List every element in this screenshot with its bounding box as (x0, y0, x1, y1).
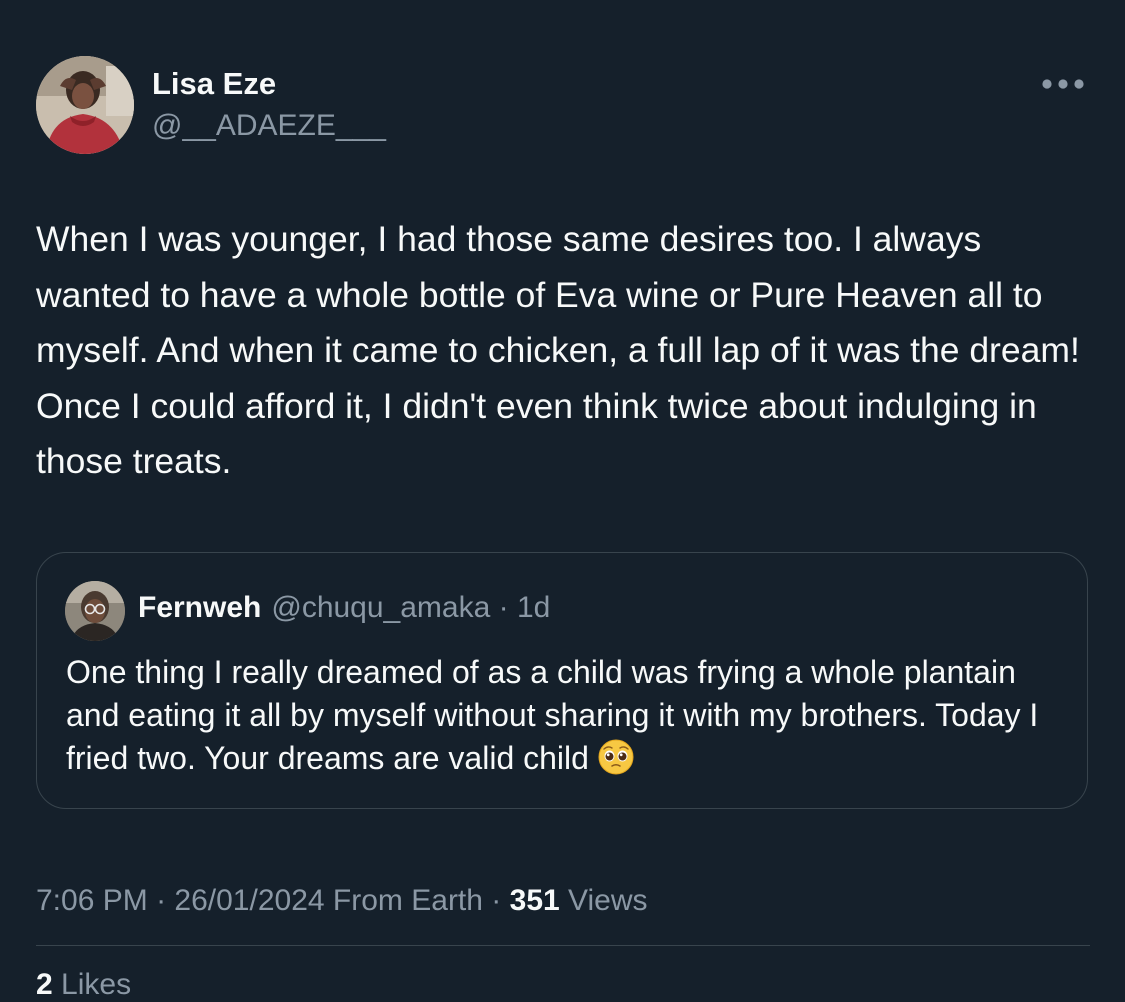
more-horizontal-icon (1036, 70, 1090, 98)
likes-count: 2 (36, 968, 53, 1001)
quoted-separator: · (498, 591, 509, 624)
meta-separator: · (156, 884, 167, 917)
quoted-tweet-header: Fernweh @chuqu_amaka · 1d (138, 591, 550, 625)
tweet-meta: 7:06 PM · 26/01/2024 From Earth · 351 Vi… (36, 884, 648, 918)
views-count[interactable]: 351 (510, 884, 560, 917)
likes-row[interactable]: 2 Likes (36, 968, 131, 1002)
author-name[interactable]: Lisa Eze (152, 66, 276, 102)
tweet-date[interactable]: 26/01/2024 (174, 884, 324, 917)
tweet-time[interactable]: 7:06 PM (36, 884, 148, 917)
author-avatar[interactable] (36, 56, 134, 154)
quoted-tweet-text: One thing I really dreamed of as a child… (66, 651, 1066, 780)
more-options-button[interactable] (1036, 70, 1090, 98)
quoted-tweet-text-body: One thing I really dreamed of as a child… (66, 654, 1039, 776)
quoted-tweet-card[interactable]: Fernweh @chuqu_amaka · 1d One thing I rea… (36, 552, 1088, 809)
author-handle[interactable]: @__ADAEZE___ (152, 109, 386, 143)
quoted-author-avatar (65, 581, 125, 641)
views-label: Views (568, 884, 648, 917)
tweet-header: Lisa Eze @__ADAEZE___ (36, 56, 1090, 156)
meta-separator: · (491, 884, 502, 917)
quoted-tweet-age[interactable]: 1d (517, 591, 550, 624)
quoted-author-handle[interactable]: @chuqu_amaka (271, 591, 490, 624)
divider (36, 945, 1090, 946)
tweet-text: When I was younger, I had those same des… (36, 219, 1080, 481)
quoted-author-name[interactable]: Fernweh (138, 591, 261, 624)
tweet-source: From Earth (332, 884, 483, 917)
likes-label: Likes (61, 968, 132, 1001)
pleading-face-emoji-icon (598, 739, 634, 775)
